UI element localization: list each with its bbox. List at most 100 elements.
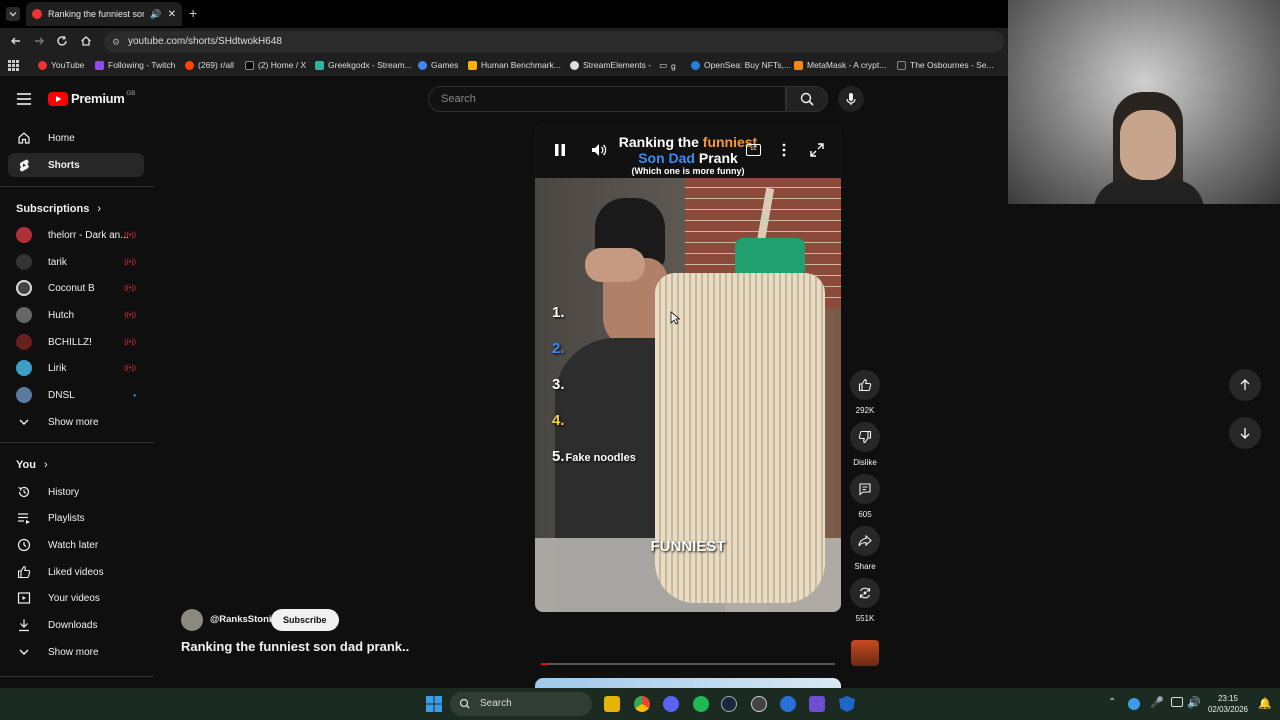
show-more-label: Show more — [48, 416, 99, 428]
sidebar-item-playlists[interactable]: Playlists — [8, 506, 144, 530]
site-info-icon[interactable]: ⚙ — [112, 31, 120, 53]
bookmark-opensea[interactable]: OpenSea: Buy NFTs,... — [691, 60, 791, 70]
search-input[interactable]: Search — [428, 86, 786, 112]
app-icon[interactable] — [780, 696, 796, 712]
thumbs-up-icon — [850, 370, 880, 400]
microphone-icon[interactable]: 🎤 — [1150, 696, 1164, 709]
sidebar-item-liked-videos[interactable]: Liked videos — [8, 560, 144, 584]
sidebar-item-watch-later[interactable]: Watch later — [8, 533, 144, 557]
speaker-icon[interactable]: 🔊 — [1187, 696, 1201, 709]
bookmark-human-benchmark[interactable]: Human Benchmark... — [468, 60, 561, 70]
reload-icon[interactable] — [55, 34, 69, 48]
pause-icon[interactable] — [553, 142, 567, 158]
youtube-premium-logo[interactable]: Premium GB — [48, 91, 135, 106]
channel-handle[interactable]: @RanksStoni — [210, 614, 272, 625]
channel-avatar[interactable] — [181, 609, 203, 631]
subscribe-button[interactable]: Subscribe — [271, 609, 339, 631]
subscription-item[interactable]: BCHILLZ! ((•)) — [8, 330, 144, 354]
onedrive-icon[interactable] — [1128, 698, 1140, 710]
volume-icon[interactable] — [590, 141, 608, 159]
short-title-line2: Son Dad Prank — [535, 150, 841, 166]
dislike-button[interactable]: Dislike — [849, 422, 881, 467]
channel-name: Coconut B — [48, 282, 95, 294]
like-button[interactable]: 292K — [849, 370, 881, 415]
subscription-item[interactable]: Hutch ((•)) — [8, 303, 144, 327]
next-short-preview[interactable] — [535, 678, 841, 688]
subscription-item[interactable]: Coconut B ((•)) — [8, 276, 144, 300]
clock-date: 02/03/2026 — [1207, 705, 1249, 714]
windows-start-icon[interactable] — [426, 696, 442, 712]
forward-icon[interactable] — [32, 34, 46, 48]
bookmark-reddit[interactable]: (269) r/all — [185, 60, 234, 70]
speaker-icon[interactable]: 🔊 — [150, 9, 161, 20]
system-clock[interactable]: 23:15 02/03/2026 — [1206, 693, 1250, 715]
obs-icon[interactable] — [751, 696, 767, 712]
more-options-icon[interactable] — [780, 142, 788, 158]
spotify-icon[interactable] — [693, 696, 709, 712]
sidebar-item-label: Liked videos — [48, 566, 104, 578]
bookmark-folder-g[interactable]: ▭ g — [659, 60, 676, 71]
app-grid-icon[interactable] — [809, 696, 825, 712]
share-button[interactable]: Share — [849, 526, 881, 571]
subscription-item[interactable]: thelorr - Dark an... ((•)) — [8, 223, 144, 247]
chrome-icon[interactable] — [634, 696, 650, 712]
hamburger-menu-icon[interactable] — [16, 92, 32, 106]
sidebar-item-history[interactable]: History — [8, 480, 144, 504]
title-text: Prank — [694, 150, 738, 166]
sidebar-item-your-videos[interactable]: Your videos — [8, 586, 144, 610]
chevron-down-icon — [9, 12, 17, 17]
captions-icon[interactable]: cc — [746, 144, 761, 156]
webcam-person-face — [1120, 110, 1176, 180]
subscription-item[interactable]: Lirik ((•)) — [8, 356, 144, 380]
discord-icon[interactable] — [663, 696, 679, 712]
previous-short-button[interactable] — [1229, 369, 1261, 401]
bookmark-games[interactable]: Games — [418, 60, 458, 70]
taskbar-search[interactable]: Search — [450, 692, 592, 716]
bookmark-metamask[interactable]: MetaMask - A crypt... — [794, 60, 886, 70]
browser-tab-active[interactable]: Ranking the funniest son dad prank 🔊 ✕ — [26, 2, 182, 26]
bookmark-x[interactable]: (2) Home / X — [245, 60, 306, 70]
address-field[interactable]: ⚙ youtube.com/shorts/SHdtwokH648 — [104, 31, 1004, 53]
back-icon[interactable] — [9, 34, 23, 48]
show-more-subscriptions[interactable]: Show more — [8, 410, 144, 434]
subscriptions-heading[interactable]: Subscriptions › — [16, 203, 101, 215]
security-shield-icon[interactable] — [839, 696, 855, 712]
search-button[interactable] — [786, 86, 828, 112]
bookmark-osbournes[interactable]: The Osbournes - Se... — [897, 60, 994, 70]
subscription-item[interactable]: tarik ((•)) — [8, 250, 144, 274]
sidebar-item-home[interactable]: Home — [8, 126, 144, 150]
remix-button[interactable]: 551K — [849, 578, 881, 623]
next-short-button[interactable] — [1229, 417, 1261, 449]
comments-button[interactable]: 605 — [849, 474, 881, 519]
bookmark-youtube[interactable]: YouTube — [38, 60, 84, 70]
show-hidden-icons-chevron-icon[interactable]: ⌃ — [1108, 697, 1116, 708]
rank-3: 3. — [552, 376, 565, 393]
short-title[interactable]: Ranking the funniest son dad prank.. — [181, 639, 409, 654]
bookmark-streamelements[interactable]: StreamElements - — [570, 60, 651, 70]
close-tab-icon[interactable]: ✕ — [168, 9, 176, 20]
notification-bell-icon[interactable]: 🔔 — [1258, 697, 1272, 710]
network-icon[interactable] — [1171, 697, 1183, 707]
channel-name: Lirik — [48, 362, 67, 374]
sidebar-item-downloads[interactable]: Downloads — [8, 613, 144, 637]
sound-thumbnail[interactable] — [851, 640, 879, 666]
subscription-item[interactable]: DNSL • — [8, 383, 144, 407]
fullscreen-icon[interactable] — [809, 142, 825, 158]
voice-search-button[interactable] — [838, 86, 864, 112]
bookmark-twitch[interactable]: Following - Twitch — [95, 60, 175, 70]
file-explorer-icon[interactable] — [604, 696, 620, 712]
tab-list-button[interactable] — [6, 7, 20, 21]
show-more-you[interactable]: Show more — [8, 640, 144, 664]
shorts-video-player[interactable]: Ranking the funniest Son Dad Prank (Whic… — [535, 124, 841, 612]
short-title-line1: Ranking the funniest — [535, 134, 841, 150]
bookmark-label: Human Benchmark... — [481, 60, 561, 70]
home-icon[interactable] — [79, 34, 93, 48]
you-heading[interactable]: You › — [16, 459, 48, 471]
steam-icon[interactable] — [721, 696, 737, 712]
chevron-right-icon: › — [97, 203, 102, 215]
apps-grid-icon[interactable] — [8, 60, 19, 71]
bookmark-greekgodx[interactable]: Greekgodx - Stream... — [315, 60, 412, 70]
sidebar-item-shorts[interactable]: Shorts — [8, 153, 144, 177]
new-tab-button[interactable]: + — [189, 5, 197, 21]
video-progress-bar[interactable] — [541, 663, 835, 665]
